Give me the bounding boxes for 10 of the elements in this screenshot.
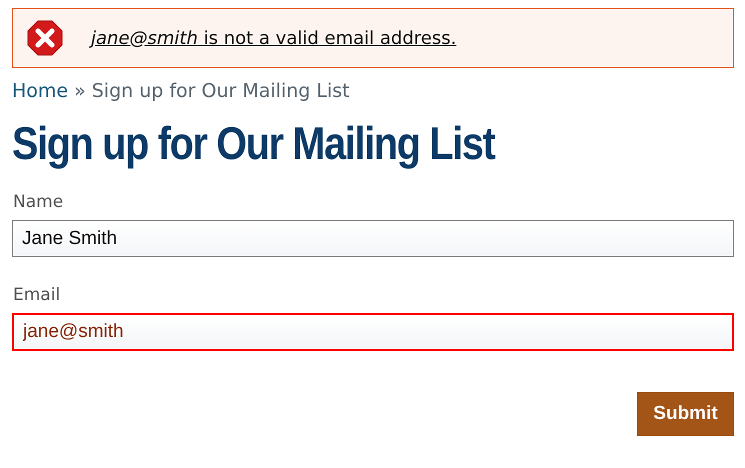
field-label: Email bbox=[13, 285, 62, 305]
error-icon bbox=[27, 20, 63, 56]
field-label: Name bbox=[13, 192, 64, 212]
breadcrumb-separator: » bbox=[74, 80, 86, 102]
breadcrumb-current: Sign up for Our Mailing List bbox=[92, 80, 350, 102]
text-field[interactable]: Jane Smith bbox=[12, 220, 734, 257]
error-message-link[interactable]: jane@smith is not a valid email address. bbox=[91, 28, 456, 48]
submit-button[interactable]: Submit bbox=[637, 392, 734, 436]
page-title: Sign up for Our Mailing List bbox=[12, 116, 496, 170]
home-link[interactable]: Home bbox=[12, 80, 68, 102]
